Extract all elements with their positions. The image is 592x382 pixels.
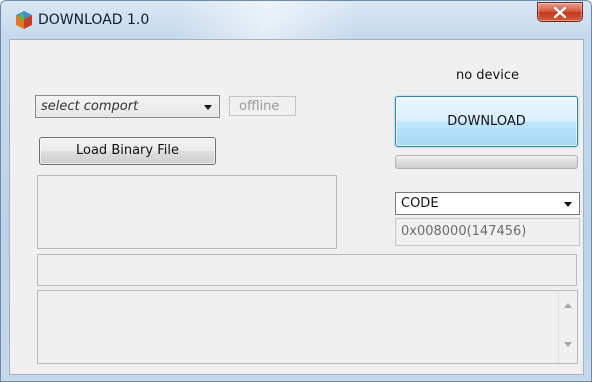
port-status-field: offline <box>229 96 296 116</box>
device-status-label: no device <box>455 68 520 83</box>
download-progress-bar <box>395 155 578 169</box>
memory-address-text: 0x008000(147456) <box>401 224 527 239</box>
title-bar[interactable]: DOWNLOAD 1.0 <box>1 1 591 39</box>
scroll-down-icon[interactable] <box>564 342 572 347</box>
memory-address-field: 0x008000(147456) <box>395 218 580 246</box>
log-textarea[interactable] <box>37 290 578 364</box>
status-bar-field <box>37 254 577 286</box>
close-icon <box>554 7 566 18</box>
memory-region-select-value: CODE <box>401 196 439 211</box>
file-info-panel <box>37 175 337 249</box>
chevron-down-icon <box>204 105 212 110</box>
window-title: DOWNLOAD 1.0 <box>38 12 150 28</box>
comport-select[interactable]: select comport <box>35 95 220 118</box>
close-button[interactable] <box>537 2 583 22</box>
memory-region-select[interactable]: CODE <box>395 192 580 215</box>
chevron-down-icon <box>564 202 572 207</box>
scroll-up-icon[interactable] <box>564 303 572 308</box>
log-scrollbar[interactable] <box>558 291 577 363</box>
app-cube-icon <box>16 11 32 29</box>
comport-select-value: select comport <box>41 99 139 114</box>
download-button[interactable]: DOWNLOAD <box>395 96 578 147</box>
load-binary-file-button[interactable]: Load Binary File <box>39 137 216 165</box>
port-status-text: offline <box>239 99 280 114</box>
